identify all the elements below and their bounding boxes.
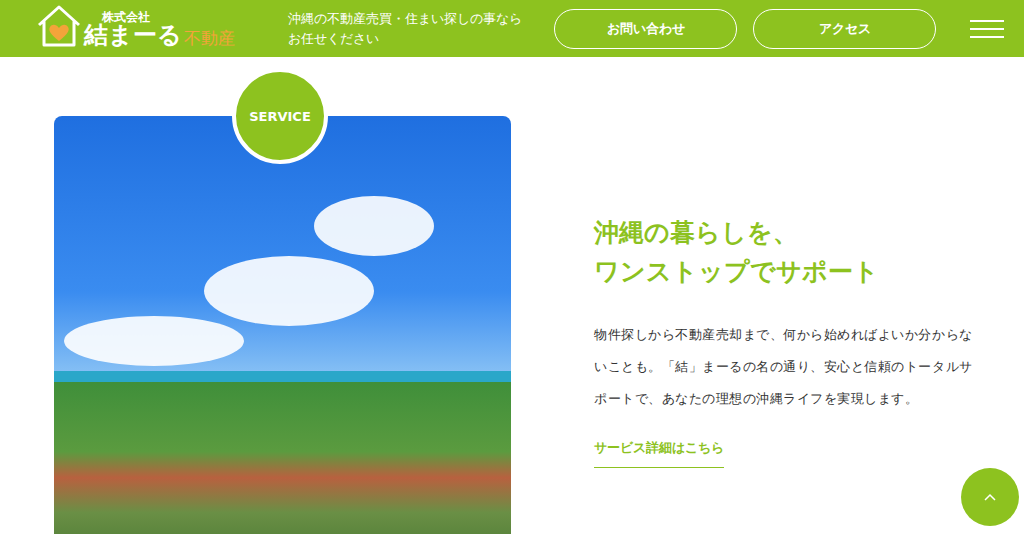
okinawa-village-photo	[54, 116, 511, 534]
nav-button[interactable]: お問い合わせ	[554, 9, 737, 49]
house-heart-icon	[36, 3, 82, 47]
service-content: 沖縄の暮らしを、ワンストップでサポート物件探しから不動産売却まで、何から始めれば…	[511, 57, 984, 468]
service-heading: 沖縄の暮らしを、ワンストップでサポート	[594, 213, 984, 291]
site-header: 株式会社結まーる不動産 沖縄の不動産売買・住まい探しの事ならお任せくださいお問い合…	[0, 0, 1024, 57]
scroll-to-top-button[interactable]	[961, 468, 1019, 526]
service-detail-link[interactable]: サービス詳細はこちら	[594, 439, 724, 468]
chevron-up-icon	[983, 492, 997, 502]
hamburger-menu-icon[interactable]	[970, 20, 1004, 38]
logo-text: 株式会社結まーる不動産	[84, 11, 235, 47]
logo-suffix: 不動産	[184, 30, 235, 47]
service-badge: SERVICE	[232, 68, 328, 164]
header-nav: お問い合わせアクセス	[554, 9, 936, 49]
logo-name: 結まーる	[84, 23, 182, 47]
service-section: SERVICE沖縄の暮らしを、ワンストップでサポート物件探しから不動産売却まで、…	[0, 57, 1024, 534]
logo[interactable]: 株式会社結まーる不動産	[36, 3, 276, 47]
nav-button[interactable]: アクセス	[753, 9, 936, 49]
logo-company-type: 株式会社	[84, 11, 235, 23]
page: 株式会社結まーる不動産 沖縄の不動産売買・住まい探しの事ならお任せくださいお問い合…	[0, 0, 1024, 534]
service-description: 物件探しから不動産売却まで、何から始めればよいか分からないことも。「結」まーるの…	[594, 319, 984, 415]
tagline: 沖縄の不動産売買・住まい探しの事ならお任せください	[288, 9, 524, 49]
photo-column: SERVICE	[54, 116, 511, 534]
